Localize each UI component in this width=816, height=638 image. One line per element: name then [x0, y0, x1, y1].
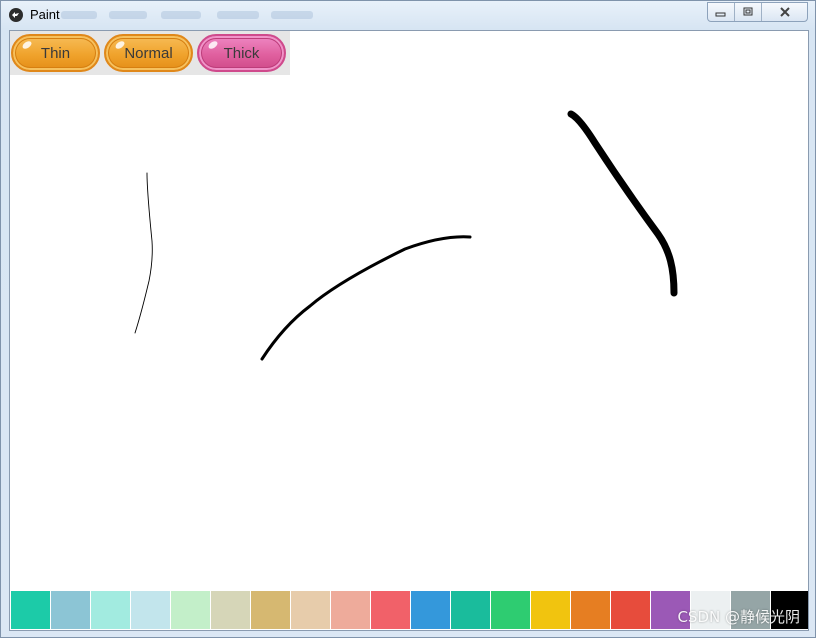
thin-stroke — [134, 172, 153, 334]
button-shine — [21, 39, 33, 51]
color-swatch[interactable] — [571, 591, 610, 629]
thick-button[interactable]: Thick — [197, 34, 286, 72]
maximize-button[interactable] — [735, 3, 762, 21]
color-swatch[interactable] — [331, 591, 370, 629]
normal-button[interactable]: Normal — [104, 34, 193, 72]
minimize-button[interactable] — [708, 3, 735, 21]
minimize-icon — [715, 12, 726, 17]
close-icon — [779, 7, 790, 17]
brush-toolbar: Thin Normal Thick — [10, 31, 290, 75]
color-swatch[interactable] — [171, 591, 210, 629]
drawing-canvas[interactable] — [10, 31, 809, 591]
blurred-menu-item — [271, 11, 313, 19]
kivy-logo-icon — [9, 8, 23, 22]
color-swatch[interactable] — [91, 591, 130, 629]
color-swatch[interactable] — [291, 591, 330, 629]
color-swatch[interactable] — [371, 591, 410, 629]
normal-button-label: Normal — [124, 44, 173, 62]
color-swatch[interactable] — [211, 591, 250, 629]
blurred-menu-item — [161, 11, 201, 19]
color-swatch[interactable] — [611, 591, 650, 629]
thin-button-label: Thin — [40, 44, 71, 62]
thick-stroke — [567, 110, 678, 297]
client-area: Thin Normal Thick CSDN @静候光阴 — [9, 30, 809, 631]
color-swatch[interactable] — [51, 591, 90, 629]
title-bar[interactable]: Paint — [1, 1, 815, 29]
color-swatch[interactable] — [251, 591, 290, 629]
color-swatch[interactable] — [131, 591, 170, 629]
color-swatch[interactable] — [411, 591, 450, 629]
watermark-text: CSDN @静候光阴 — [677, 608, 800, 626]
blurred-menu-item — [109, 11, 147, 19]
maximize-icon — [743, 7, 753, 16]
color-swatch[interactable] — [451, 591, 490, 629]
color-swatch[interactable] — [531, 591, 570, 629]
thin-button[interactable]: Thin — [11, 34, 100, 72]
normal-stroke — [260, 235, 472, 361]
button-shine — [207, 39, 219, 51]
close-button[interactable] — [762, 3, 807, 21]
paint-window: Paint Thin Normal Thick CSDN @静候光阴 — [0, 0, 816, 638]
color-swatch[interactable] — [11, 591, 50, 629]
color-swatch[interactable] — [491, 591, 530, 629]
window-title: Paint — [30, 7, 60, 22]
window-controls — [707, 2, 808, 22]
blurred-menu-item — [61, 11, 97, 19]
thick-button-label: Thick — [223, 44, 260, 62]
blurred-menu-item — [217, 11, 259, 19]
